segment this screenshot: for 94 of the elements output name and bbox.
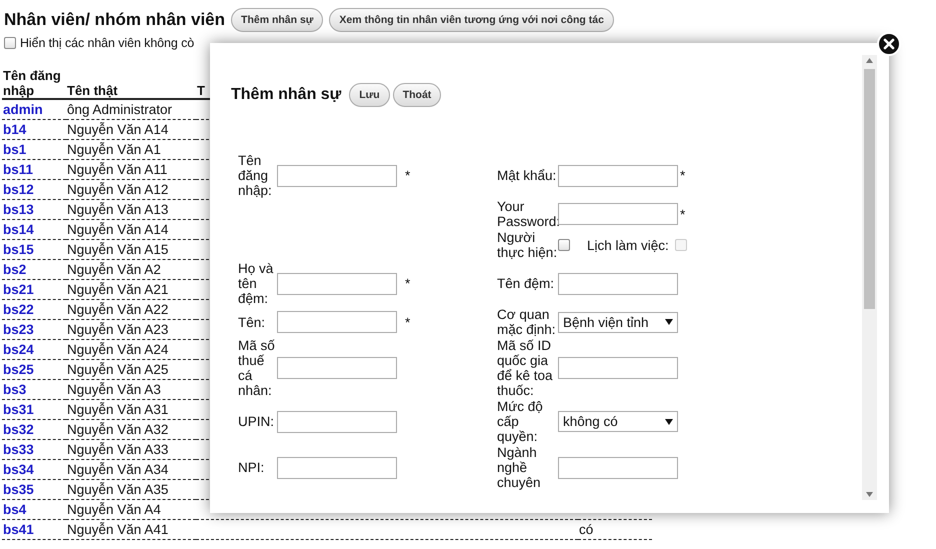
- text-field[interactable]: [558, 203, 678, 225]
- login-link[interactable]: bs13: [3, 202, 34, 217]
- caret-icon: [665, 319, 673, 325]
- checkbox[interactable]: [4, 37, 16, 49]
- text-field[interactable]: [277, 164, 397, 186]
- table-cell: Nguyễn Văn A22: [67, 302, 168, 317]
- table-cell: Nguyễn Văn A32: [67, 422, 168, 437]
- text-field[interactable]: [558, 164, 678, 186]
- page-title: Nhân viên/ nhóm nhân viên: [4, 10, 226, 30]
- login-link[interactable]: bs41: [3, 522, 34, 537]
- field-label: NPI:: [238, 460, 266, 475]
- field-label: Họ và tên đệm:: [238, 261, 274, 306]
- table-cell: Nguyễn Văn A4: [67, 502, 161, 517]
- table-cell: Nguyễn Văn A15: [67, 242, 168, 257]
- table-cell: Nguyễn Văn A1: [67, 142, 161, 157]
- required-mark: *: [680, 206, 686, 222]
- table-cell: Nguyễn Văn A23: [67, 322, 168, 337]
- caret-icon: [665, 418, 673, 424]
- table-cell: Nguyễn Văn A35: [67, 482, 168, 497]
- login-link[interactable]: bs34: [3, 462, 34, 477]
- login-link[interactable]: bs1: [3, 142, 26, 157]
- table-cell: Nguyễn Văn A21: [67, 282, 168, 297]
- login-link[interactable]: admin: [3, 102, 43, 117]
- login-link[interactable]: bs31: [3, 402, 34, 417]
- table-cell: Nguyễn Văn A24: [67, 342, 168, 357]
- login-link[interactable]: bs22: [3, 302, 34, 317]
- checkbox[interactable]: [558, 239, 570, 251]
- required-mark: *: [405, 168, 410, 183]
- table-cell: Nguyễn Văn A12: [67, 182, 168, 197]
- required-mark: *: [405, 314, 410, 330]
- text-field[interactable]: [558, 456, 678, 478]
- field-label: Người thực hiện:: [497, 230, 558, 260]
- login-link[interactable]: bs4: [3, 502, 26, 517]
- text-field[interactable]: [277, 357, 397, 379]
- field-label: Your Password:: [497, 199, 558, 229]
- login-link[interactable]: bs25: [3, 362, 34, 377]
- toolbar-button[interactable]: Thêm nhân sự: [231, 8, 324, 32]
- login-link[interactable]: bs2: [3, 262, 26, 277]
- table-cell: Nguyễn Văn A33: [67, 442, 168, 457]
- dialog-button[interactable]: Lưu: [349, 83, 390, 107]
- login-link[interactable]: bs24: [3, 342, 34, 357]
- text-field[interactable]: [558, 357, 678, 379]
- login-link[interactable]: bs3: [3, 382, 26, 397]
- table-cell: Nguyễn Văn A31: [67, 402, 168, 417]
- close-icon[interactable]: [877, 32, 901, 56]
- required-mark: *: [680, 168, 686, 183]
- table-cell: Nguyễn Văn A14: [67, 222, 168, 237]
- table-cell: Nguyễn Văn A34: [67, 462, 168, 477]
- table-cell: Nguyễn Văn A11: [67, 162, 168, 177]
- text-field[interactable]: [277, 456, 397, 478]
- text-field[interactable]: [277, 311, 397, 333]
- text-field[interactable]: [277, 410, 397, 432]
- table-cell: Nguyễn Văn A2: [67, 262, 161, 277]
- table-cell: ông Administrator: [67, 102, 172, 117]
- table-cell: Nguyễn Văn A25: [67, 362, 168, 377]
- login-link[interactable]: bs14: [3, 222, 34, 237]
- dialog-button[interactable]: Thoát: [392, 83, 442, 107]
- field-label: Mã số thuế cá nhân:: [238, 338, 276, 398]
- table-cell: Nguyễn Văn A3: [67, 382, 161, 397]
- text-field[interactable]: [558, 272, 678, 294]
- field-label: Cơ quan mặc định:: [497, 307, 557, 337]
- login-link[interactable]: bs11: [3, 162, 34, 177]
- scroll-up-icon[interactable]: [866, 58, 873, 63]
- login-link[interactable]: bs12: [3, 182, 34, 197]
- login-link[interactable]: bs35: [3, 482, 34, 497]
- field-label: Tên:: [238, 314, 266, 330]
- login-link[interactable]: bs15: [3, 242, 34, 257]
- column-header: Tên đăng nhập: [2, 68, 66, 99]
- table-cell: Nguyễn Văn A13: [67, 202, 168, 217]
- checkbox-label: Hiển thị các nhân viên không cò: [20, 36, 194, 50]
- field-label: Ngành nghề chuyên: [497, 445, 542, 490]
- login-link[interactable]: bs32: [3, 422, 34, 437]
- scrollbar[interactable]: [862, 55, 877, 500]
- login-link[interactable]: bs23: [3, 322, 34, 337]
- field-label: Tên đăng nhập:: [238, 153, 273, 198]
- field-label: Mã số ID quốc gia để kê toa thuốc:: [497, 338, 554, 398]
- table-cell: Nguyễn Văn A41: [67, 522, 168, 537]
- login-link[interactable]: bs21: [3, 282, 34, 297]
- dropdown[interactable]: Bệnh viện tỉnh: [558, 312, 678, 332]
- login-link[interactable]: b14: [3, 122, 26, 137]
- scroll-down-icon[interactable]: [866, 492, 873, 497]
- table-cell: có: [579, 522, 594, 537]
- field-label: Lịch làm việc:: [587, 238, 669, 252]
- text-field[interactable]: [277, 272, 397, 294]
- login-link[interactable]: bs33: [3, 442, 34, 457]
- field-label: UPIN:: [238, 414, 276, 429]
- required-mark: *: [405, 276, 410, 291]
- field-label: Tên đệm:: [497, 276, 556, 291]
- field-label: Mật khẩu:: [497, 168, 558, 183]
- table-cell: Nguyễn Văn A14: [67, 122, 168, 137]
- dropdown[interactable]: không có: [558, 411, 678, 432]
- column-header: Tên thật: [66, 68, 196, 99]
- field-label: Mức độ cấp quyền:: [497, 399, 544, 444]
- toolbar-button[interactable]: Xem thông tin nhân viên tương ứng với nơi công tác: [329, 8, 614, 32]
